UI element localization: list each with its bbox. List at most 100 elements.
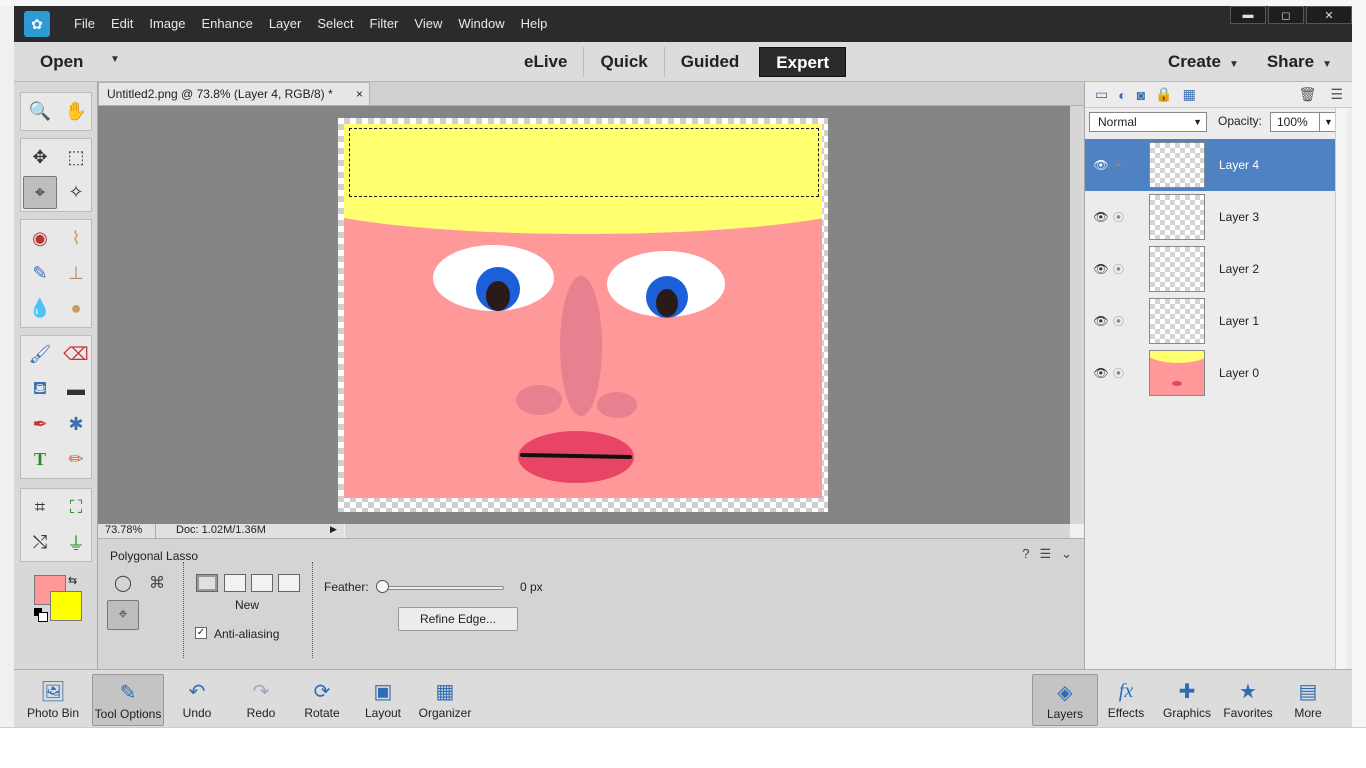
menu-enhance[interactable]: Enhance	[194, 6, 261, 42]
hand-tool-icon[interactable]: ✋	[59, 95, 93, 128]
swap-colors-icon[interactable]: ⇆	[68, 574, 77, 587]
paint-bucket-icon[interactable]: ⛾	[23, 373, 57, 406]
clone-stamp-icon[interactable]: ⊥	[59, 257, 93, 290]
close-button[interactable]: ✕	[1306, 6, 1352, 24]
canvas-vertical-scrollbar[interactable]	[1070, 106, 1084, 524]
undo-button[interactable]: ↶ Undo	[164, 674, 230, 726]
help-icon[interactable]: ?	[1022, 546, 1029, 562]
eyedropper-tool-icon[interactable]: ✒	[23, 408, 57, 441]
layer-row-layer-3[interactable]: 👁 ⦿ Layer 3	[1085, 191, 1335, 243]
mode-quick[interactable]: Quick	[584, 47, 665, 77]
organizer-button[interactable]: ▦ Organizer	[412, 674, 478, 726]
rotate-button[interactable]: ⟳ Rotate	[289, 674, 355, 726]
gradient-tool-icon[interactable]: ▬	[59, 373, 93, 406]
polygonal-lasso-tool-icon[interactable]: ⌖	[23, 176, 57, 209]
marquee-tool-icon[interactable]: ⬚	[59, 141, 93, 174]
menu-window[interactable]: Window	[450, 6, 512, 42]
status-menu-arrow-icon[interactable]: ▶	[330, 524, 337, 535]
app-logo-icon[interactable]: ✿	[24, 11, 50, 37]
healing-brush-icon[interactable]: ⌇	[59, 222, 93, 255]
share-menu[interactable]: Share ▼	[1267, 52, 1332, 72]
open-button[interactable]: Open	[40, 52, 83, 72]
create-menu[interactable]: Create ▼	[1168, 52, 1239, 72]
layer-row-layer-2[interactable]: 👁 ⦿ Layer 2	[1085, 243, 1335, 295]
menu-edit[interactable]: Edit	[103, 6, 141, 42]
sponge-tool-icon[interactable]: ●	[59, 292, 93, 325]
menu-file[interactable]: File	[66, 6, 103, 42]
menu-layer[interactable]: Layer	[261, 6, 310, 42]
default-colors-icon[interactable]	[34, 608, 48, 622]
magic-wand-tool-icon[interactable]: ✧	[59, 176, 93, 209]
effects-button[interactable]: fx Effects	[1093, 674, 1159, 726]
background-color-swatch[interactable]	[50, 591, 82, 621]
layers-scrollbar[interactable]	[1335, 108, 1347, 669]
smart-brush-icon[interactable]: ✎	[23, 257, 57, 290]
zoom-tool-icon[interactable]: 🔍	[23, 95, 57, 128]
recompose-tool-icon[interactable]: ⛶	[59, 491, 93, 524]
tool-options-button[interactable]: ✎ Tool Options	[92, 674, 164, 726]
menu-filter[interactable]: Filter	[362, 6, 407, 42]
layer-mask-icon[interactable]: ◙	[1137, 87, 1145, 103]
anti-aliasing-checkbox[interactable]: ✓	[195, 627, 207, 639]
selection-subtract-button[interactable]	[251, 574, 273, 592]
mode-expert[interactable]: Expert	[759, 47, 847, 77]
visibility-eye-icon[interactable]: 👁	[1089, 210, 1113, 224]
menu-help[interactable]: Help	[513, 6, 556, 42]
lock-pixels-icon[interactable]: ▦	[1183, 86, 1196, 103]
refine-edge-button[interactable]: Refine Edge...	[398, 607, 518, 631]
panel-menu-icon[interactable]: ☰	[1039, 546, 1051, 562]
lasso-tool-option-icon[interactable]: ◯	[107, 568, 139, 598]
minimize-button[interactable]: ▬	[1230, 6, 1266, 24]
layer-row-layer-1[interactable]: 👁 ⦿ Layer 1	[1085, 295, 1335, 347]
selection-intersect-button[interactable]	[278, 574, 300, 592]
mode-elive[interactable]: eLive	[508, 47, 585, 77]
trash-icon[interactable]: 🗑	[1299, 86, 1317, 103]
straighten-tool-icon[interactable]: ⏚	[59, 526, 93, 559]
menu-select[interactable]: Select	[309, 6, 361, 42]
eraser-tool-icon[interactable]: ⌫	[59, 338, 93, 371]
move-tool-icon[interactable]: ✥	[23, 141, 57, 174]
selection-new-button[interactable]	[196, 574, 218, 592]
type-tool-icon[interactable]: T	[23, 443, 57, 476]
custom-shape-tool-icon[interactable]: ✱	[59, 408, 93, 441]
menu-image[interactable]: Image	[141, 6, 193, 42]
more-button[interactable]: ▤ More	[1275, 674, 1341, 726]
crop-tool-icon[interactable]: ⌗	[23, 491, 57, 524]
layer-row-layer-4[interactable]: 👁 ⦿ Layer 4	[1085, 139, 1335, 191]
new-layer-icon[interactable]: ▭	[1095, 86, 1108, 103]
lock-icon[interactable]: 🔒	[1155, 86, 1172, 103]
layout-button[interactable]: ▣ Layout	[350, 674, 416, 726]
menu-view[interactable]: View	[406, 6, 450, 42]
feather-slider-thumb[interactable]	[376, 580, 389, 593]
canvas-horizontal-scrollbar[interactable]	[345, 524, 1070, 538]
visibility-eye-icon[interactable]: 👁	[1089, 366, 1113, 380]
blur-tool-icon[interactable]: 💧	[23, 292, 57, 325]
open-dropdown-icon[interactable]: ▼	[110, 54, 120, 65]
pencil-tool-icon[interactable]: ✏	[59, 443, 93, 476]
brush-tool-icon[interactable]: 🖌	[23, 338, 57, 371]
visibility-eye-icon[interactable]: 👁	[1089, 158, 1113, 172]
graphics-button[interactable]: ✚ Graphics	[1154, 674, 1220, 726]
selection-add-button[interactable]	[224, 574, 246, 592]
collapse-chevron-icon[interactable]: ⌄	[1061, 546, 1072, 562]
panel-menu-icon[interactable]: ☰	[1330, 86, 1343, 103]
feather-slider-track[interactable]	[380, 586, 504, 590]
magnetic-lasso-option-icon[interactable]: ⌘	[141, 568, 173, 598]
close-tab-icon[interactable]: ×	[356, 83, 363, 105]
visibility-eye-icon[interactable]: 👁	[1089, 262, 1113, 276]
zoom-readout[interactable]: 73.78%	[98, 524, 156, 538]
adjustment-layer-icon[interactable]: ◐	[1118, 87, 1126, 103]
red-eye-tool-icon[interactable]: ◉	[23, 222, 57, 255]
opacity-field[interactable]: 100% ▼	[1270, 112, 1338, 132]
content-aware-move-icon[interactable]: ⤭	[23, 526, 57, 559]
blend-mode-select[interactable]: Normal ▼	[1089, 112, 1207, 132]
layer-row-layer-0[interactable]: 👁 ⦿ Layer 0	[1085, 347, 1335, 399]
favorites-button[interactable]: ★ Favorites	[1215, 674, 1281, 726]
visibility-eye-icon[interactable]: 👁	[1089, 314, 1113, 328]
document-tab[interactable]: Untitled2.png @ 73.8% (Layer 4, RGB/8) *…	[98, 82, 370, 106]
redo-button[interactable]: ↷ Redo	[228, 674, 294, 726]
polygonal-lasso-option-icon[interactable]: ⌖	[107, 600, 139, 630]
photo-bin-button[interactable]: 🖼 Photo Bin	[20, 674, 86, 726]
maximize-button[interactable]: ◻	[1268, 6, 1304, 24]
mode-guided[interactable]: Guided	[665, 47, 756, 77]
